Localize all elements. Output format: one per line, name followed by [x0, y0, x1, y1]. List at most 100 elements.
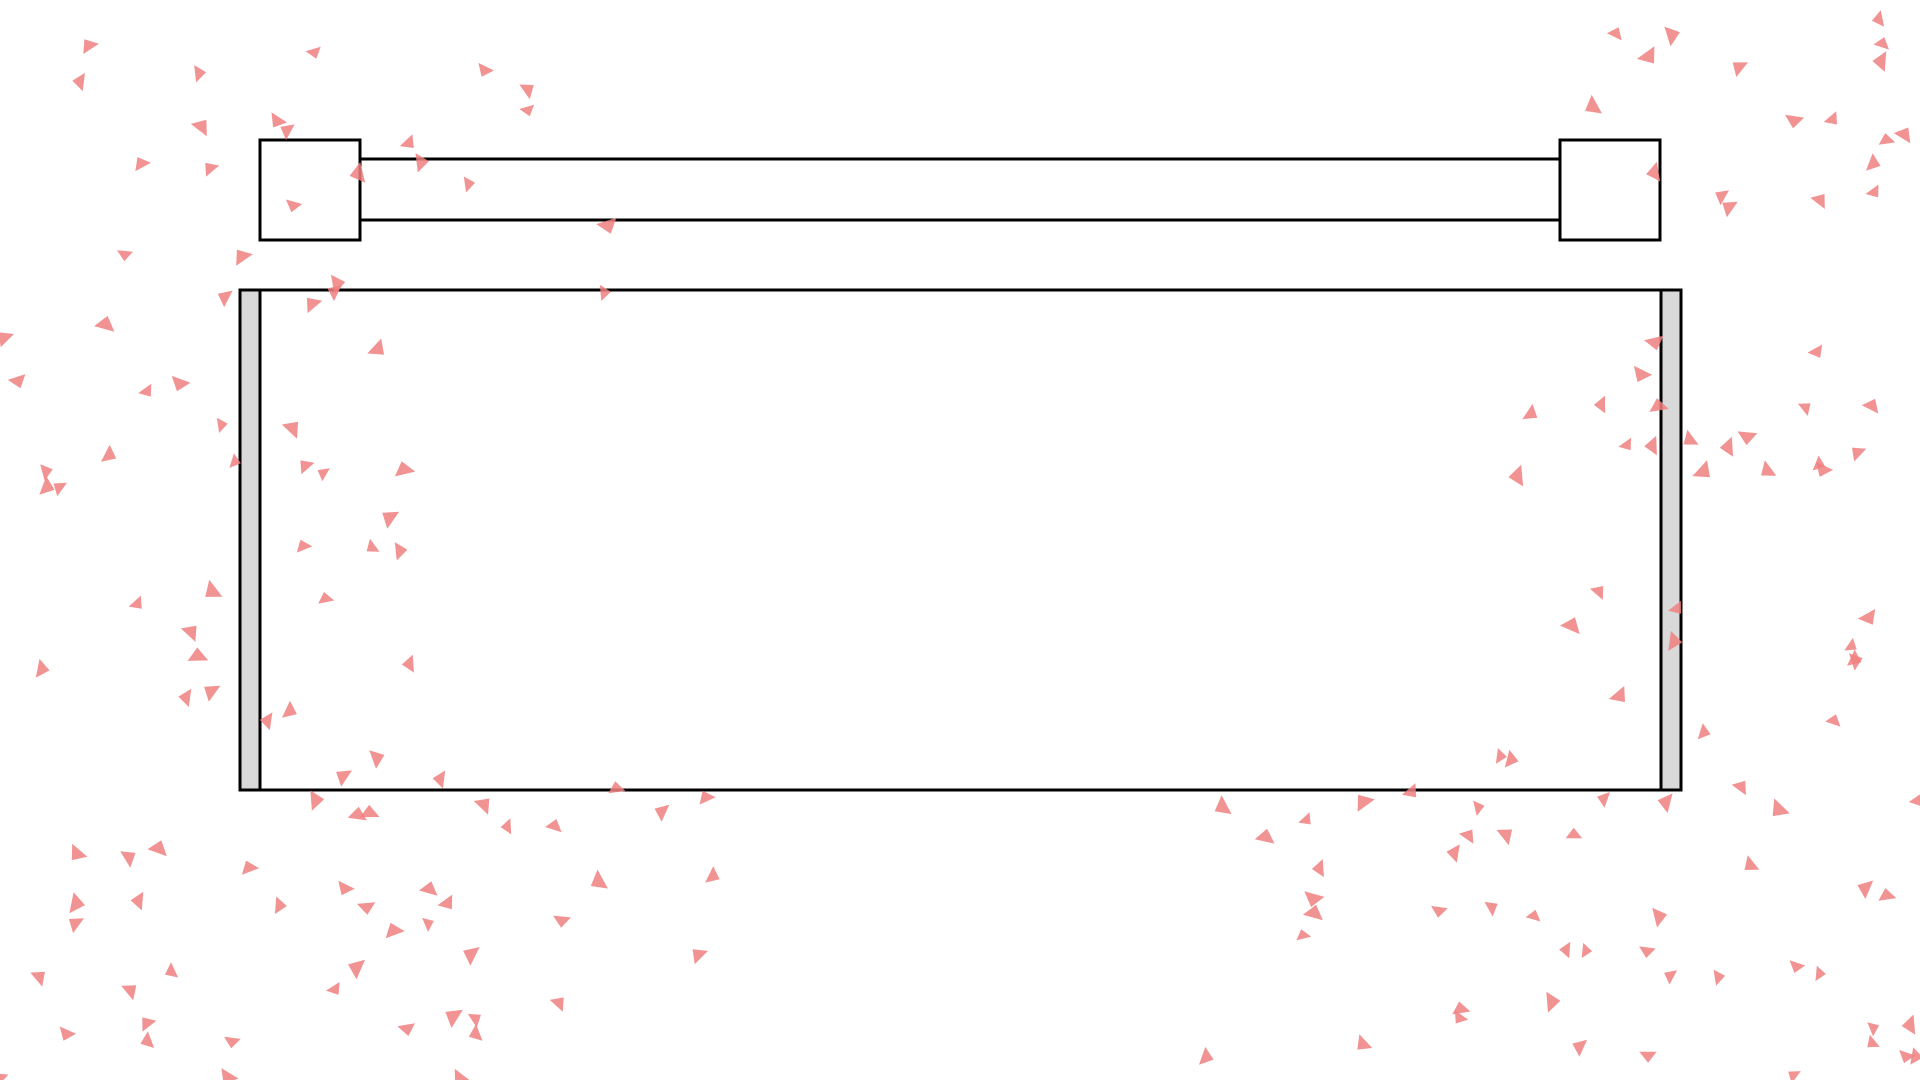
particle-triangle — [654, 804, 670, 822]
particle-triangle — [692, 949, 708, 965]
particle-triangle — [1357, 794, 1375, 812]
top-structure — [258, 138, 1662, 242]
particle-triangle — [1789, 960, 1806, 973]
particle-triangle — [699, 790, 716, 805]
particle-triangle — [1761, 460, 1777, 476]
particle-triangle — [1296, 929, 1312, 941]
particle-triangle — [1657, 793, 1673, 813]
particle-triangle — [0, 1073, 9, 1084]
particle-triangle — [117, 250, 133, 262]
particle-triangle — [72, 72, 85, 92]
particle-triangle — [130, 891, 144, 911]
top-connector-bar[interactable] — [358, 157, 1562, 222]
arena-container[interactable] — [238, 288, 1683, 792]
particle-triangle — [216, 417, 228, 433]
particle-triangle — [1302, 904, 1323, 921]
particle-triangle — [397, 1023, 415, 1036]
particle-triangle — [1722, 201, 1738, 218]
particle-triangle — [1431, 905, 1448, 918]
particle-triangle — [1692, 460, 1710, 478]
particle-triangle — [1664, 970, 1678, 985]
particle-triangle — [1731, 780, 1746, 796]
particle-triangle — [128, 595, 142, 609]
particle-triangle — [359, 804, 380, 818]
particle-triangle — [94, 315, 115, 332]
particle-triangle — [1910, 1047, 1920, 1065]
particle-triangle — [590, 869, 608, 889]
particle-triangle — [1639, 946, 1656, 958]
particle-triangle — [71, 843, 88, 861]
particle-triangle — [1867, 1034, 1880, 1048]
particle-triangle — [68, 918, 84, 934]
particle-triangle — [1357, 1034, 1373, 1050]
arena — [238, 288, 1683, 792]
particle-triangle — [39, 476, 55, 495]
particle-triangle — [553, 915, 571, 928]
particle-triangle — [1697, 723, 1711, 740]
particle-triangle — [1214, 795, 1232, 815]
particle-triangle — [224, 1036, 241, 1049]
particle-triangle — [338, 880, 355, 896]
particle-triangle — [1458, 829, 1474, 844]
scene-canvas — [0, 10, 1920, 1085]
particle-triangle — [1446, 844, 1460, 863]
particle-triangle — [205, 579, 223, 597]
particle-triangle — [1732, 62, 1748, 77]
particle-triangle — [1452, 1001, 1471, 1015]
particle-triangle — [473, 798, 490, 815]
particle-triangle — [1844, 637, 1857, 651]
particle-triangle — [7, 374, 26, 389]
particle-triangle — [1473, 800, 1485, 816]
game-scene — [0, 0, 1920, 1085]
particle-triangle — [1878, 888, 1897, 901]
particle-triangle — [1857, 880, 1874, 899]
particle-triangle — [1581, 942, 1593, 958]
particle-triangle — [1559, 941, 1571, 959]
particle-triangle — [274, 896, 287, 915]
particle-triangle — [53, 482, 67, 497]
particle-triangle — [1807, 344, 1823, 358]
particle-triangle — [280, 124, 295, 140]
particle-triangle — [205, 162, 220, 177]
particle-triangle — [83, 39, 99, 54]
left-wall[interactable] — [238, 288, 262, 792]
particle-triangle — [305, 46, 321, 59]
particle-triangle — [59, 1026, 77, 1041]
particle-triangle — [101, 444, 117, 462]
particle-triangle — [1861, 398, 1879, 414]
particle-triangle — [1772, 798, 1790, 817]
particle-triangle — [1585, 94, 1602, 114]
particle-triangle — [348, 959, 365, 980]
particle-triangle — [1304, 891, 1325, 907]
particle-triangle — [1866, 153, 1881, 171]
particle-triangle — [437, 894, 453, 910]
particle-triangle — [1901, 1014, 1916, 1035]
particle-triangle — [500, 818, 512, 835]
particle-triangle — [1737, 431, 1758, 446]
particle-triangle — [69, 892, 85, 914]
particle-triangle — [1525, 909, 1541, 922]
particle-triangle — [271, 112, 288, 128]
particle-triangle — [0, 332, 14, 348]
particle-triangle — [1867, 1022, 1880, 1037]
particle-triangle — [1871, 10, 1885, 27]
particle-triangle — [1788, 1071, 1801, 1084]
particle-triangle — [445, 1009, 463, 1028]
particle-triangle — [385, 922, 405, 939]
top-right-anchor-block[interactable] — [1558, 138, 1662, 242]
particle-triangle — [190, 119, 207, 137]
top-left-anchor-block[interactable] — [258, 138, 362, 242]
particle-triangle — [1797, 403, 1811, 416]
particle-triangle — [1893, 127, 1911, 144]
particle-triangle — [1606, 27, 1622, 41]
particle-triangle — [1878, 133, 1896, 145]
particle-triangle — [422, 917, 434, 932]
particle-triangle — [454, 1068, 472, 1085]
right-wall[interactable] — [1659, 288, 1683, 792]
particle-triangle — [171, 375, 191, 392]
particle-triangle — [187, 647, 209, 661]
particle-triangle — [1713, 969, 1726, 986]
particle-triangle — [180, 625, 197, 642]
particle-triangle — [1652, 907, 1668, 928]
particle-triangle — [178, 688, 192, 707]
